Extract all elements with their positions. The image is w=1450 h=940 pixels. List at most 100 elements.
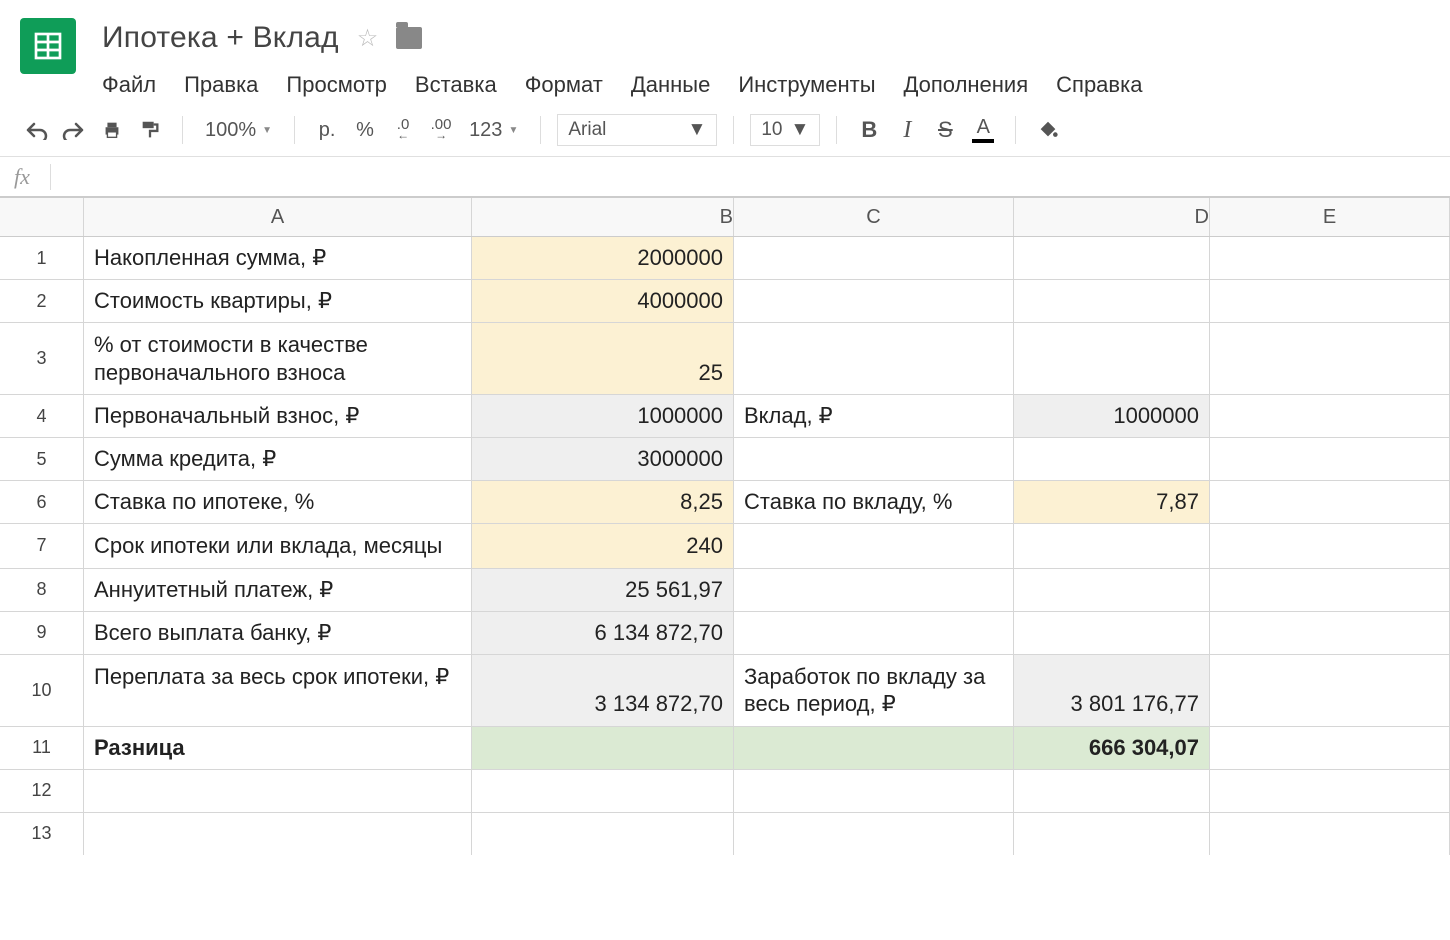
row-header[interactable]: 12 [0, 770, 84, 812]
column-header-B[interactable]: B [472, 198, 734, 236]
menu-tools[interactable]: Инструменты [738, 72, 875, 98]
column-header-E[interactable]: E [1210, 198, 1450, 236]
cell-C9[interactable] [734, 612, 1014, 654]
menu-help[interactable]: Справка [1056, 72, 1142, 98]
cell-A9[interactable]: Всего выплата банку, ₽ [84, 612, 472, 654]
menu-format[interactable]: Формат [525, 72, 603, 98]
cell-C1[interactable] [734, 237, 1014, 279]
column-header-D[interactable]: D [1014, 198, 1210, 236]
format-percent-button[interactable]: % [349, 114, 381, 146]
cell-E8[interactable] [1210, 569, 1450, 611]
formula-input[interactable] [51, 157, 1436, 196]
row-header[interactable]: 7 [0, 524, 84, 568]
menu-file[interactable]: Файл [102, 72, 156, 98]
cell-E6[interactable] [1210, 481, 1450, 523]
cell-D9[interactable] [1014, 612, 1210, 654]
italic-button[interactable]: I [891, 114, 923, 146]
cell-A2[interactable]: Стоимость квартиры, ₽ [84, 280, 472, 322]
font-family-dropdown[interactable]: Arial▼ [557, 114, 717, 146]
cell-D3[interactable] [1014, 323, 1210, 394]
cell-B9[interactable]: 6 134 872,70 [472, 612, 734, 654]
cell-B8[interactable]: 25 561,97 [472, 569, 734, 611]
strikethrough-button[interactable]: S [929, 114, 961, 146]
row-header[interactable]: 4 [0, 395, 84, 437]
cell-E12[interactable] [1210, 770, 1450, 812]
cell-E9[interactable] [1210, 612, 1450, 654]
cell-D10[interactable]: 3 801 176,77 [1014, 655, 1210, 726]
text-color-button[interactable]: A [967, 114, 999, 146]
cell-A12[interactable] [84, 770, 472, 812]
cell-E7[interactable] [1210, 524, 1450, 568]
increase-decimal-button[interactable]: .00→ [425, 114, 457, 146]
cell-D8[interactable] [1014, 569, 1210, 611]
cell-B13[interactable] [472, 813, 734, 855]
column-header-A[interactable]: A [84, 198, 472, 236]
row-header[interactable]: 6 [0, 481, 84, 523]
font-size-dropdown[interactable]: 10▼ [750, 114, 820, 146]
cell-C8[interactable] [734, 569, 1014, 611]
row-header[interactable]: 10 [0, 655, 84, 726]
cell-B2[interactable]: 4000000 [472, 280, 734, 322]
cell-B10[interactable]: 3 134 872,70 [472, 655, 734, 726]
folder-icon[interactable] [396, 27, 422, 49]
undo-button[interactable] [20, 114, 52, 146]
cell-A6[interactable]: Ставка по ипотеке, % [84, 481, 472, 523]
cell-A1[interactable]: Накопленная сумма, ₽ [84, 237, 472, 279]
more-formats-dropdown[interactable]: 123▼ [463, 119, 524, 142]
fill-color-button[interactable] [1032, 114, 1064, 146]
decrease-decimal-button[interactable]: .0← [387, 114, 419, 146]
cell-B11[interactable] [472, 727, 734, 769]
cell-C4[interactable]: Вклад, ₽ [734, 395, 1014, 437]
cell-E13[interactable] [1210, 813, 1450, 855]
cell-E3[interactable] [1210, 323, 1450, 394]
cell-C6[interactable]: Ставка по вкладу, % [734, 481, 1014, 523]
zoom-dropdown[interactable]: 100%▼ [199, 119, 278, 142]
cell-A3[interactable]: % от стоимости в качестве первоначальног… [84, 323, 472, 394]
document-title[interactable]: Ипотека + Вклад [102, 21, 339, 55]
format-currency-button[interactable]: р. [311, 114, 343, 146]
cell-D13[interactable] [1014, 813, 1210, 855]
row-header[interactable]: 11 [0, 727, 84, 769]
cell-B12[interactable] [472, 770, 734, 812]
cell-D4[interactable]: 1000000 [1014, 395, 1210, 437]
row-header[interactable]: 8 [0, 569, 84, 611]
cell-C7[interactable] [734, 524, 1014, 568]
cell-B5[interactable]: 3000000 [472, 438, 734, 480]
cell-C10[interactable]: Заработок по вкладу за весь период, ₽ [734, 655, 1014, 726]
cell-A8[interactable]: Аннуитетный платеж, ₽ [84, 569, 472, 611]
row-header[interactable]: 13 [0, 813, 84, 855]
print-button[interactable] [96, 114, 128, 146]
redo-button[interactable] [58, 114, 90, 146]
paint-format-button[interactable] [134, 114, 166, 146]
menu-insert[interactable]: Вставка [415, 72, 497, 98]
cell-D11[interactable]: 666 304,07 [1014, 727, 1210, 769]
cell-B1[interactable]: 2000000 [472, 237, 734, 279]
row-header[interactable]: 2 [0, 280, 84, 322]
cell-E2[interactable] [1210, 280, 1450, 322]
row-header[interactable]: 1 [0, 237, 84, 279]
cell-D5[interactable] [1014, 438, 1210, 480]
cell-A4[interactable]: Первоначальный взнос, ₽ [84, 395, 472, 437]
menu-data[interactable]: Данные [631, 72, 710, 98]
column-header-C[interactable]: C [734, 198, 1014, 236]
row-header[interactable]: 9 [0, 612, 84, 654]
cell-A13[interactable] [84, 813, 472, 855]
cell-A11[interactable]: Разница [84, 727, 472, 769]
menu-addons[interactable]: Дополнения [904, 72, 1029, 98]
cell-E10[interactable] [1210, 655, 1450, 726]
cell-B4[interactable]: 1000000 [472, 395, 734, 437]
cell-D7[interactable] [1014, 524, 1210, 568]
cell-B6[interactable]: 8,25 [472, 481, 734, 523]
cell-D6[interactable]: 7,87 [1014, 481, 1210, 523]
row-header[interactable]: 5 [0, 438, 84, 480]
menu-edit[interactable]: Правка [184, 72, 258, 98]
bold-button[interactable]: B [853, 114, 885, 146]
row-header[interactable]: 3 [0, 323, 84, 394]
cell-C5[interactable] [734, 438, 1014, 480]
cell-E1[interactable] [1210, 237, 1450, 279]
cell-C12[interactable] [734, 770, 1014, 812]
cell-E4[interactable] [1210, 395, 1450, 437]
star-icon[interactable]: ☆ [357, 24, 379, 53]
cell-D1[interactable] [1014, 237, 1210, 279]
cell-D2[interactable] [1014, 280, 1210, 322]
